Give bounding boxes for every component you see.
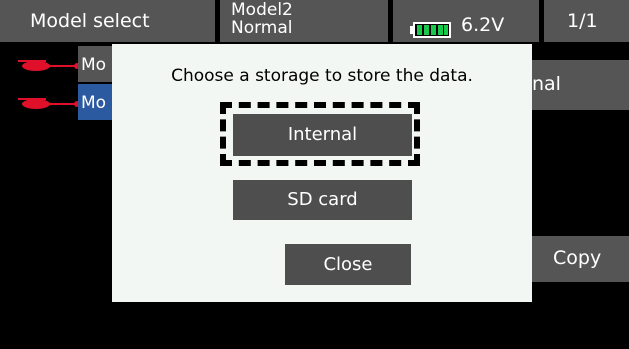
- current-model-name: Model2: [231, 0, 293, 20]
- screen-title-cell: Model select: [0, 0, 215, 42]
- copy-button[interactable]: Copy: [520, 236, 629, 282]
- screen-title: Model select: [30, 10, 150, 32]
- page-indicator: 1/1: [567, 10, 598, 32]
- helicopter-icon: [18, 98, 80, 109]
- page-indicator-cell[interactable]: 1/1: [544, 0, 629, 42]
- model-list-label: Mo: [81, 93, 107, 113]
- current-model-cell: Model2 Normal: [220, 0, 388, 42]
- internal-storage-button[interactable]: Internal: [233, 114, 412, 156]
- battery-icon: [410, 22, 451, 38]
- current-model-mode: Normal: [231, 18, 293, 38]
- helicopter-icon: [18, 60, 80, 71]
- battery-cell: 6.2V: [393, 0, 539, 42]
- model-action-label: nal: [532, 73, 561, 95]
- close-button[interactable]: Close: [285, 244, 411, 285]
- copy-button-label: Copy: [553, 247, 602, 269]
- sd-card-button[interactable]: SD card: [233, 180, 412, 220]
- model-list-label: Mo: [81, 55, 107, 75]
- storage-dialog: Choose a storage to store the data. Inte…: [112, 44, 532, 302]
- header-bar: Model select Model2 Normal 6.2V 1/1: [0, 0, 629, 42]
- dialog-message: Choose a storage to store the data.: [171, 66, 473, 86]
- battery-voltage: 6.2V: [461, 14, 505, 36]
- model-action-button[interactable]: nal: [520, 60, 629, 110]
